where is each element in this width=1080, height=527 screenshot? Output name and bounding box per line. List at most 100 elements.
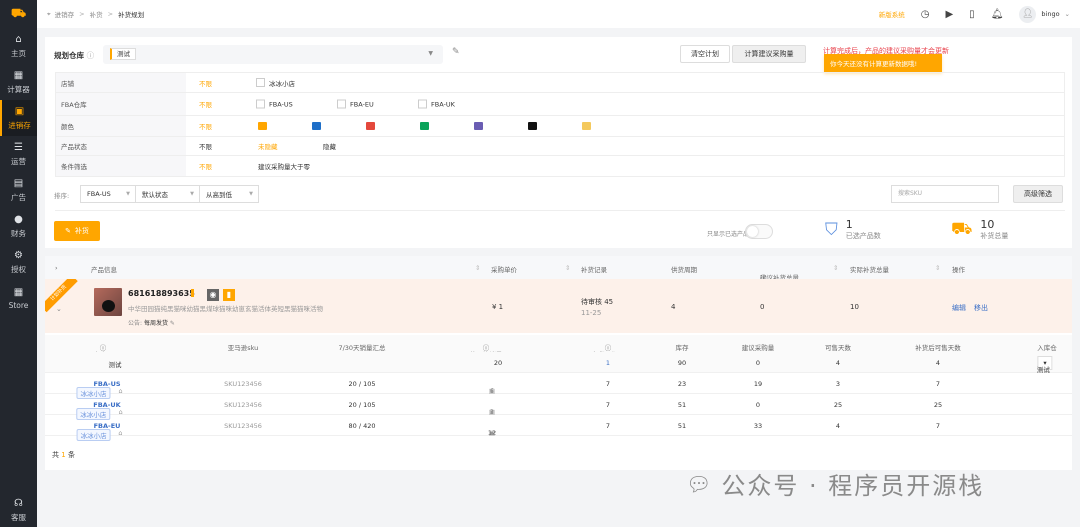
remove-link[interactable]: 移出 [974,303,988,313]
days-cell: 3 [835,380,841,388]
color-swatch[interactable] [528,122,537,130]
expand-all-icon[interactable]: › [55,264,58,272]
camera-icon[interactable]: ◉ [207,289,219,301]
inbound-warehouse-select[interactable]: 测试 ▾ [1037,356,1053,374]
restock-record[interactable]: 待审核 45 [581,297,613,307]
play-icon[interactable]: ▶ [945,9,953,20]
new-system-link[interactable]: 新版系统 [879,9,905,19]
sales-cell: 80 / 420 [348,422,376,430]
sidebar-item-inventory[interactable]: ▣ 进销存 [0,100,37,136]
breadcrumb-item[interactable]: 补货 [90,9,103,19]
supply-cycle: 4 [671,303,676,311]
checkbox[interactable] [256,99,265,109]
avatar: 👤︎ [1019,5,1037,23]
home-icon: ⌂ [15,33,22,45]
calc-suggested-button[interactable]: 计算建议采购量 [732,45,806,63]
restock-record-date: 11-25 [581,309,602,317]
edit-icon: ✎ [65,227,71,235]
calendar-icon[interactable]: ▣ [489,429,495,437]
inventory-icon: ▣ [14,105,25,117]
sidebar-item-store[interactable]: ▦ Store [0,280,37,316]
total-count-stat: ⛟ 10 补货总量 [951,218,1009,240]
sidebar-item-support[interactable]: ☊ 客服 [0,493,37,527]
sidebar-item-label: 客服 [11,512,26,522]
color-swatch[interactable] [474,122,483,130]
sidebar-item-label: 主页 [11,48,26,58]
caret-down-icon: ▼ [126,191,130,197]
sidebar-item-label: 运营 [11,156,26,166]
column-header: 采购单价 [491,266,517,274]
edit-link[interactable]: 编辑 [952,303,966,313]
filter-all[interactable]: 不限 [199,161,212,171]
checkbox[interactable] [418,99,427,109]
suggested-total: 0 [760,303,765,311]
chevron-down-icon[interactable]: ⌄ [56,305,62,313]
filter-option[interactable]: 隐藏 [323,141,336,151]
sku-cell: SKU123456 [224,380,262,388]
filter-option[interactable]: 未隐藏 [258,141,278,151]
divider [55,210,1065,211]
suggest-cell: 33 [753,422,763,430]
clock-icon[interactable]: ◷ [921,9,930,20]
sidebar-item-operations[interactable]: ☰ 运营 [0,136,37,172]
sidebar-item-calculator[interactable]: ▦ 计算器 [0,64,37,100]
edit-icon[interactable]: ✎ [452,47,460,57]
clear-plan-button[interactable]: 清空计划 [680,45,730,63]
product-image[interactable] [94,288,122,316]
caret-down-icon: ▼ [249,191,253,197]
color-swatch[interactable] [420,122,429,130]
breadcrumb-current: 补货规划 [118,11,145,19]
filter-all[interactable]: 不限 [199,78,212,88]
filter-option[interactable]: FBA-EU [337,99,374,109]
filter-all[interactable]: 不限 [199,141,212,151]
filter-option[interactable]: 冰冰小店 [256,78,295,88]
sidebar-item-ads[interactable]: ▤ 广告 [0,172,37,208]
location-icon: ⌖ [47,9,51,18]
headset-icon: ☊ [14,497,23,509]
only-selected-toggle[interactable] [745,224,773,239]
sort-select-status[interactable]: 默认状态 ▼ [135,185,200,203]
warehouse-select[interactable]: 测试 ▼ [103,45,443,64]
calc-tooltip: 你今天还没有计算更新数据哦! [824,54,942,72]
color-swatch[interactable] [366,122,375,130]
filter-option[interactable]: FBA-US [256,99,293,109]
sort-select-order[interactable]: 从高到低 ▼ [199,185,259,203]
pencil-icon[interactable]: ✎ [170,320,175,327]
sidebar-item-home[interactable]: ⌂ 主页 [0,28,37,64]
checkbox[interactable] [256,78,265,87]
column-header: 可售天数 [825,344,851,352]
bell-icon[interactable]: 🔔︎ [991,9,1004,20]
ad-icon: ▤ [13,177,24,189]
filter-all[interactable]: 不限 [199,99,212,109]
sort-icon[interactable]: ⇕ [565,264,570,272]
advanced-filter-button[interactable]: 高级筛选 [1013,185,1063,203]
sort-select-warehouse[interactable]: FBA-US ▼ [80,185,136,203]
filter-label: 店铺 [56,73,186,92]
tag-icon[interactable]: ⌂ [118,429,122,437]
sort-icon[interactable]: ⇕ [935,264,940,272]
restock-button[interactable]: ✎ 补货 [54,221,100,241]
logo-icon[interactable]: ⛟ [0,0,37,28]
column-header: 补货后可售天数 [915,344,961,352]
sales-cell: 20 / 105 [348,401,376,409]
sort-icon[interactable]: ⇕ [475,264,480,272]
product-notice: 公告: 每周发货 ✎ [128,320,175,327]
sidebar-item-finance[interactable]: ● 财务 [0,208,37,244]
checkbox[interactable] [337,99,346,109]
sidebar-item-label: Store [8,300,29,310]
color-swatch[interactable] [312,122,321,130]
color-swatch[interactable] [582,122,591,130]
color-swatch[interactable] [258,122,267,130]
filter-option[interactable]: 建议采购量大于零 [258,161,310,171]
chart-icon[interactable]: ▮ [223,289,235,301]
filter-option[interactable]: FBA-UK [418,99,455,109]
sort-icon[interactable]: ⇕ [833,264,838,272]
sidebar-item-label: 计算器 [7,84,30,94]
document-icon[interactable]: ▯ [969,9,975,20]
sidebar-item-auth[interactable]: ⚙ 授权 [0,244,37,280]
breadcrumb-item[interactable]: 进销存 [55,9,75,19]
sku-search-input[interactable]: 搜索SKU [891,185,999,203]
stock-cell: 23 [677,380,687,388]
user-menu[interactable]: 👤︎ bingo ⌄ [1019,5,1070,23]
filter-all[interactable]: 不限 [199,121,212,131]
